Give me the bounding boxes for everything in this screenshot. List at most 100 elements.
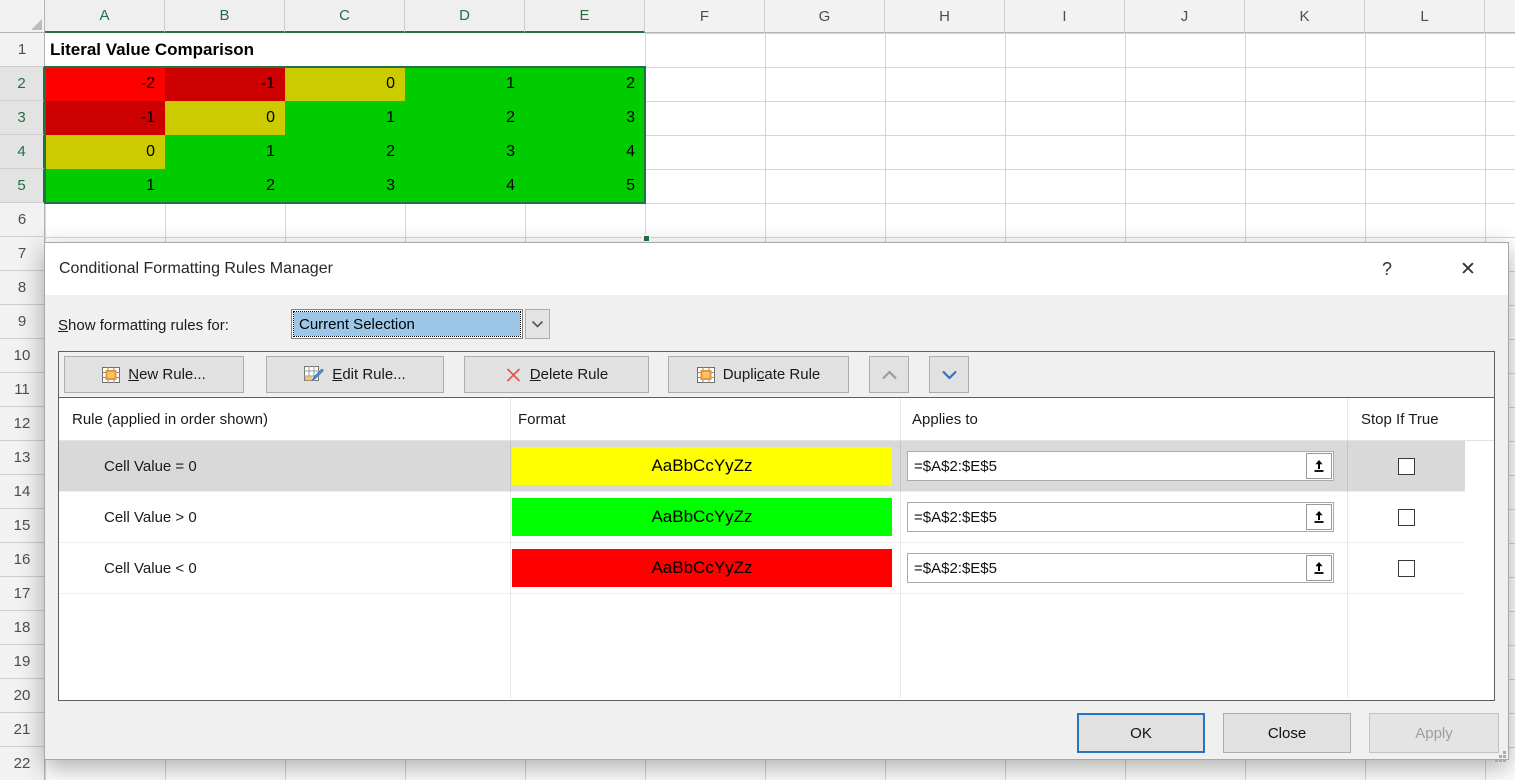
column-headers: ABCDEFGHIJKL [45,0,1515,33]
row-header-15[interactable]: 15 [0,509,45,543]
column-header-L[interactable]: L [1365,0,1485,33]
rule-row-2[interactable]: Cell Value > 0AaBbCcYyZz=$A$2:$E$5 [59,492,1465,543]
rules-list-body: Cell Value = 0AaBbCcYyZz=$A$2:$E$5Cell V… [59,441,1494,594]
applies-to-input[interactable]: =$A$2:$E$5 [907,451,1334,481]
duplicate-rule-label: Duplicate Rule [723,366,821,383]
select-all-corner[interactable] [0,0,45,33]
row-header-6[interactable]: 6 [0,203,45,237]
cell-C5[interactable]: 3 [285,169,405,203]
collapse-range-button[interactable] [1306,453,1332,479]
column-header-D[interactable]: D [405,0,525,33]
show-rules-dropdown[interactable]: Current Selection [291,309,550,339]
table-grid-icon [697,367,715,383]
cell-E3[interactable]: 3 [525,101,645,135]
collapse-range-button[interactable] [1306,555,1332,581]
header-format: Format [510,411,900,428]
table-edit-icon [304,366,324,383]
row-header-19[interactable]: 19 [0,645,45,679]
move-up-button[interactable] [869,356,909,393]
rule-row-1[interactable]: Cell Value = 0AaBbCcYyZz=$A$2:$E$5 [59,441,1465,492]
dropdown-arrow-button[interactable] [525,309,550,339]
column-header-J[interactable]: J [1125,0,1245,33]
cell-E2[interactable]: 2 [525,67,645,101]
stop-if-true-checkbox[interactable] [1398,560,1415,577]
show-formatting-rules-label: Show formatting rules for: [58,317,229,334]
row-header-4[interactable]: 4 [0,135,45,169]
move-down-button[interactable] [929,356,969,393]
cell-A1[interactable]: Literal Value Comparison [45,33,645,67]
rule-name: Cell Value = 0 [59,458,510,475]
cell-C2[interactable]: 0 [285,67,405,101]
cell-C3[interactable]: 1 [285,101,405,135]
help-icon[interactable]: ? [1373,243,1401,295]
column-header-E[interactable]: E [525,0,645,33]
format-preview: AaBbCcYyZz [512,549,892,587]
row-header-1[interactable]: 1 [0,33,45,67]
dialog-titlebar[interactable]: Conditional Formatting Rules Manager ? ✕ [45,243,1508,295]
column-header-K[interactable]: K [1245,0,1365,33]
cell-D4[interactable]: 3 [405,135,525,169]
row-header-16[interactable]: 16 [0,543,45,577]
apply-button[interactable]: Apply [1369,713,1499,753]
row-header-18[interactable]: 18 [0,611,45,645]
cell-B5[interactable]: 2 [165,169,285,203]
column-header-F[interactable]: F [645,0,765,33]
stop-if-true-checkbox[interactable] [1398,509,1415,526]
row-header-10[interactable]: 10 [0,339,45,373]
row-header-17[interactable]: 17 [0,577,45,611]
row-header-21[interactable]: 21 [0,713,45,747]
row-header-12[interactable]: 12 [0,407,45,441]
edit-rule-button[interactable]: Edit Rule... [266,356,444,393]
ok-button[interactable]: OK [1077,713,1205,753]
applies-to-input[interactable]: =$A$2:$E$5 [907,553,1334,583]
column-separator [510,398,511,699]
cell-E5[interactable]: 5 [525,169,645,203]
cell-A4[interactable]: 0 [45,135,165,169]
rules-toolbar: New Rule... Edit Rule... Delete Rule Duplic… [58,351,1495,398]
close-button[interactable]: Close [1223,713,1351,753]
row-header-14[interactable]: 14 [0,475,45,509]
cell-A3[interactable]: -1 [45,101,165,135]
row-header-8[interactable]: 8 [0,271,45,305]
row-header-7[interactable]: 7 [0,237,45,271]
cell-A2[interactable]: -2 [45,67,165,101]
column-header-A[interactable]: A [45,0,165,33]
cell-B2[interactable]: -1 [165,67,285,101]
row-header-2[interactable]: 2 [0,67,45,101]
row-header-20[interactable]: 20 [0,679,45,713]
cell-E4[interactable]: 4 [525,135,645,169]
cell-D5[interactable]: 4 [405,169,525,203]
cell-D3[interactable]: 2 [405,101,525,135]
stop-if-true-checkbox[interactable] [1398,458,1415,475]
close-icon[interactable]: ✕ [1453,243,1483,295]
applies-to-value: =$A$2:$E$5 [908,458,1306,475]
new-rule-button[interactable]: New Rule... [64,356,244,393]
row-header-5[interactable]: 5 [0,169,45,203]
row-header-13[interactable]: 13 [0,441,45,475]
conditional-formatting-rules-manager-dialog: Conditional Formatting Rules Manager ? ✕… [44,242,1509,760]
resize-grip-icon[interactable] [1493,749,1507,763]
applies-to-input[interactable]: =$A$2:$E$5 [907,502,1334,532]
excel-screen: ABCDEFGHIJKL 123456789101112131415161718… [0,0,1515,780]
cell-A5[interactable]: 1 [45,169,165,203]
cell-B3[interactable]: 0 [165,101,285,135]
cell-B4[interactable]: 1 [165,135,285,169]
chevron-down-icon [531,320,544,329]
duplicate-rule-button[interactable]: Duplicate Rule [668,356,849,393]
row-header-3[interactable]: 3 [0,101,45,135]
cell-D2[interactable]: 1 [405,67,525,101]
row-header-22[interactable]: 22 [0,747,45,780]
row-header-11[interactable]: 11 [0,373,45,407]
cell-C4[interactable]: 2 [285,135,405,169]
row-header-9[interactable]: 9 [0,305,45,339]
column-header-B[interactable]: B [165,0,285,33]
delete-rule-button[interactable]: Delete Rule [464,356,649,393]
column-header-I[interactable]: I [1005,0,1125,33]
dropdown-field[interactable]: Current Selection [291,309,523,339]
column-header-G[interactable]: G [765,0,885,33]
column-header-C[interactable]: C [285,0,405,33]
collapse-range-button[interactable] [1306,504,1332,530]
column-header-partial [1485,0,1515,33]
rule-row-3[interactable]: Cell Value < 0AaBbCcYyZz=$A$2:$E$5 [59,543,1465,594]
column-header-H[interactable]: H [885,0,1005,33]
